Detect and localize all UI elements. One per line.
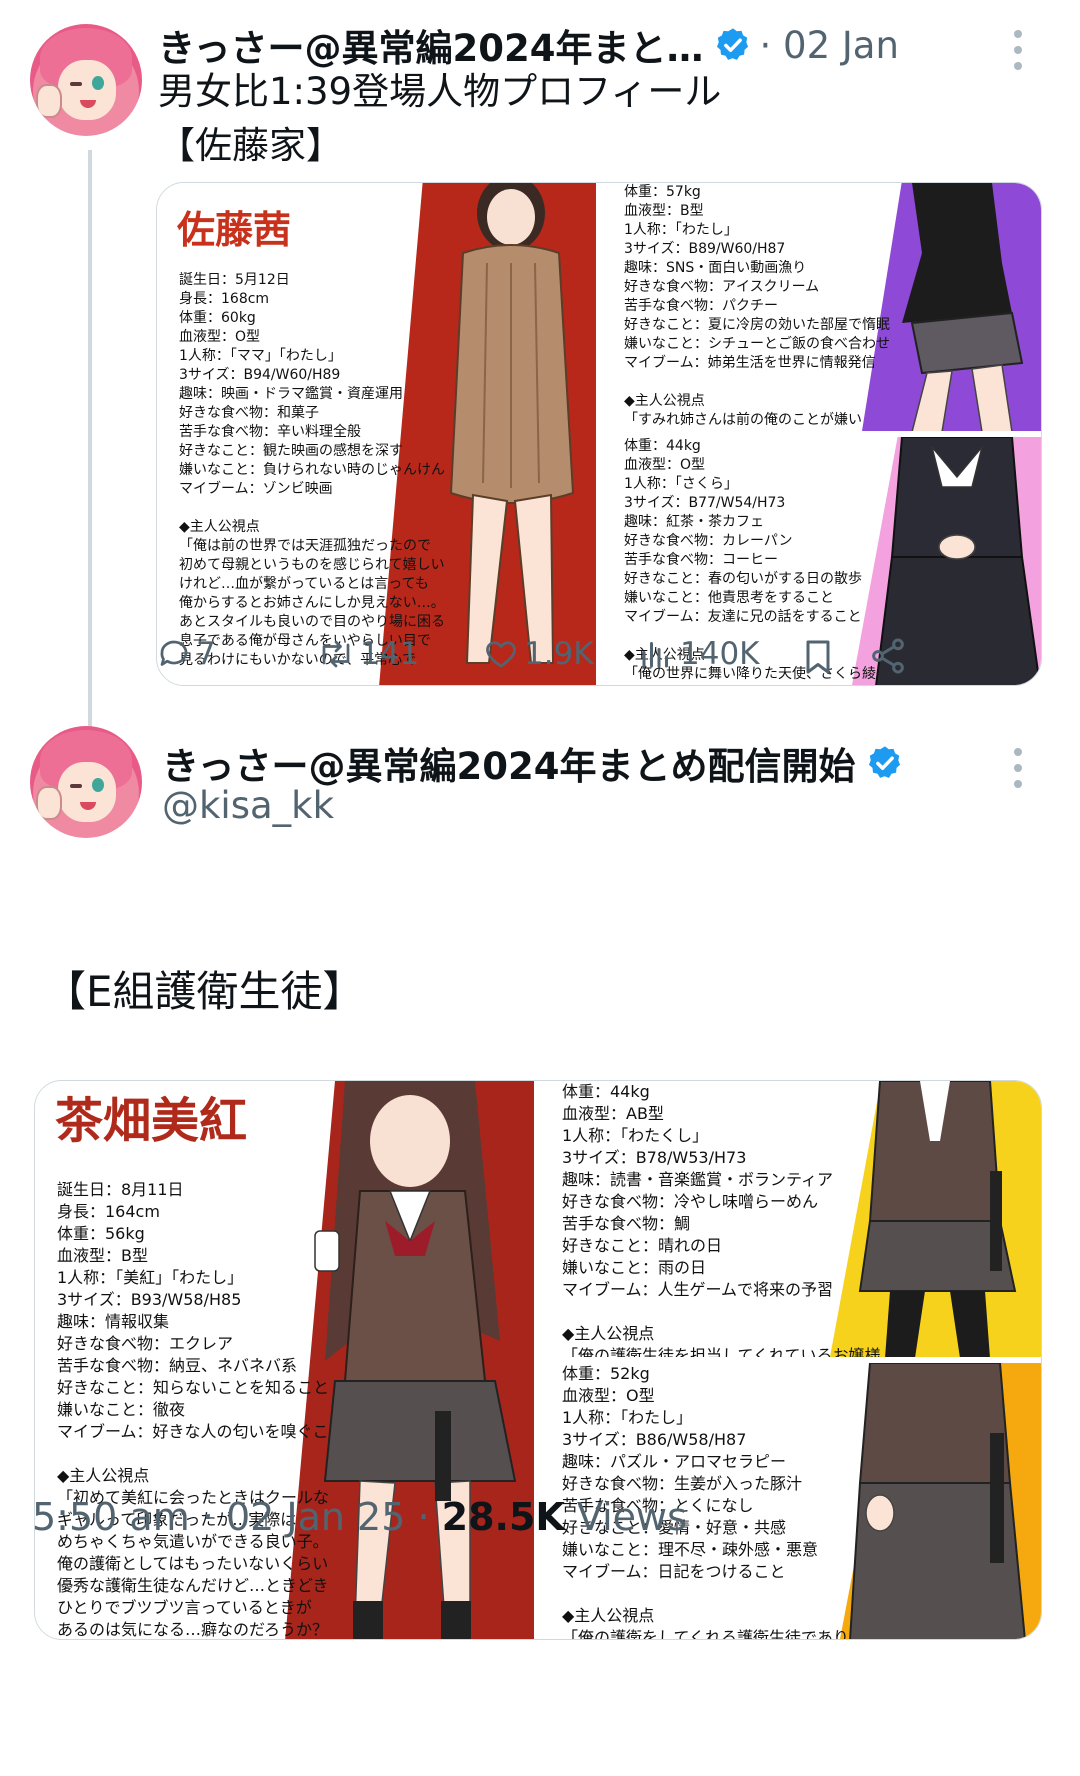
views-button[interactable]: 140K <box>636 636 760 672</box>
repost-count: 141 <box>360 636 420 672</box>
share-button[interactable] <box>868 636 912 676</box>
main-tweet-media-grid[interactable]: 茶畑美紅 誕生日：8月11日 身長：164cm 体重：56kg 血液型：B型 1… <box>34 1080 1042 1640</box>
author-avatar[interactable] <box>30 726 142 838</box>
character-name: 茶畑美紅 <box>55 1093 248 1149</box>
more-options-icon[interactable] <box>1014 30 1024 70</box>
media-right-column: 体重：57kg 血液型：B型 1人称：「わたし」 3サイズ：B89/W60/H8… <box>602 183 1041 685</box>
reply-button[interactable]: 7 <box>156 636 216 672</box>
first-tweet-header: きっさー@異常編2024年まと… · 02 Jan <box>158 18 899 72</box>
more-options-icon[interactable] <box>1014 748 1024 788</box>
tweet-timestamp: 5:50 am · 02 Jan 25 · 28.5K Views <box>32 1495 687 1539</box>
author-handle[interactable]: @kisa_kk <box>162 780 334 832</box>
verified-badge-icon <box>714 26 752 64</box>
character-illustration <box>849 1363 1026 1639</box>
media-image-sato-sumire[interactable]: 体重：57kg 血液型：B型 1人称：「わたし」 3サイズ：B89/W60/H8… <box>602 183 1041 431</box>
character-illustration <box>858 1081 1017 1357</box>
view-count: 140K <box>680 636 760 672</box>
verified-badge-icon <box>866 744 904 782</box>
media-image-ojousama[interactable]: 体重：44kg 血液型：AB型 1人称：「わたくし」 3サイズ：B78/W53/… <box>540 1081 1041 1357</box>
character-profile: 体重：44kg 血液型：AB型 1人称：「わたくし」 3サイズ：B78/W53/… <box>562 1082 881 1357</box>
author-display-name[interactable]: きっさー@異常編2024年まと… <box>158 18 704 72</box>
author-avatar[interactable] <box>30 24 142 136</box>
first-tweet-media-grid[interactable]: 佐藤茜 誕生日：5月12日 身長：168cm 体重：60kg 血液型：O型 1人… <box>156 182 1042 686</box>
reply-count: 7 <box>196 636 216 672</box>
analytics-bar-icon <box>642 642 668 668</box>
character-illustration <box>449 183 575 664</box>
main-tweet-text: 【E組護衛生徒】 <box>44 967 365 1016</box>
character-name: 佐藤茜 <box>177 207 292 252</box>
tweet-date[interactable]: · 02 Jan <box>760 24 899 67</box>
bookmark-button[interactable] <box>798 636 842 678</box>
reply-icon <box>160 640 188 666</box>
first-tweet-text-line1: 男女比1:39登場人物プロフィール <box>158 70 722 113</box>
media-image-sato-akane[interactable]: 佐藤茜 誕生日：5月12日 身長：168cm 体重：60kg 血液型：O型 1人… <box>157 183 596 685</box>
character-illustration <box>902 183 1024 431</box>
media-image-chabatake-miku[interactable]: 茶畑美紅 誕生日：8月11日 身長：164cm 体重：56kg 血液型：B型 1… <box>35 1081 534 1639</box>
media-right-column: 体重：44kg 血液型：AB型 1人称：「わたくし」 3サイズ：B78/W53/… <box>540 1081 1041 1639</box>
character-profile: 誕生日：5月12日 身長：168cm 体重：60kg 血液型：O型 1人称：「マ… <box>179 272 445 668</box>
like-button[interactable]: 1.9K <box>482 636 594 672</box>
bookmark-icon <box>806 640 830 674</box>
character-profile: 体重：57kg 血液型：B型 1人称：「わたし」 3サイズ：B89/W60/H8… <box>624 184 890 428</box>
timestamp-time-date[interactable]: 5:50 am · 02 Jan 25 · <box>32 1495 442 1539</box>
repost-icon <box>322 640 350 668</box>
character-illustration <box>314 1081 517 1639</box>
repost-button[interactable]: 141 <box>316 636 419 672</box>
like-count: 1.9K <box>524 636 594 672</box>
first-tweet-text-line2: 【佐藤家】 <box>158 124 343 167</box>
timestamp-views-label: Views <box>564 1495 687 1539</box>
timestamp-views-count: 28.5K <box>441 1495 565 1539</box>
share-icon <box>872 638 904 674</box>
thread-connector-line <box>88 150 92 816</box>
heart-icon <box>486 641 516 668</box>
